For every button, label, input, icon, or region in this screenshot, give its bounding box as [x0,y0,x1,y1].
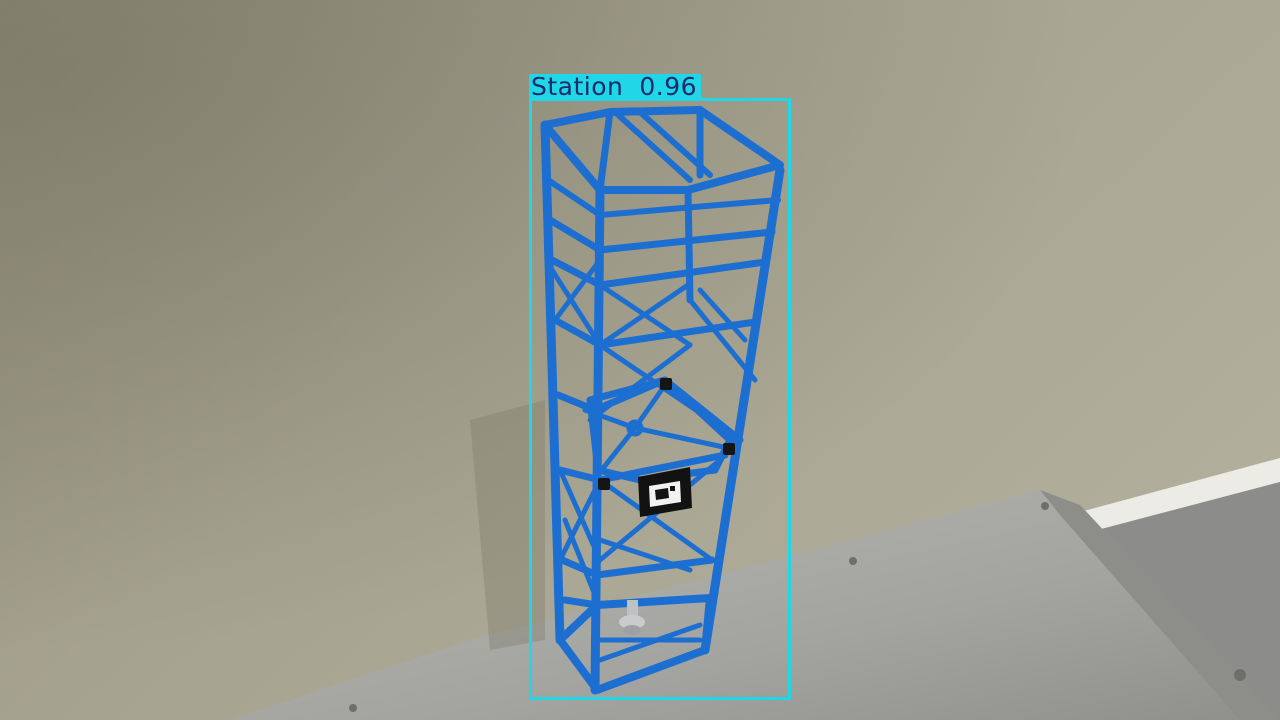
table-screw-icon [349,704,357,712]
detection-confidence: 0.96 [639,72,698,101]
table-screw-icon [1234,669,1246,681]
table-screw-icon [849,557,857,565]
table-screw-icon [1041,502,1049,510]
detection-class-label: Station [531,72,624,101]
detection-bounding-box [529,98,791,700]
detection-label: Station 0.96 [529,72,702,101]
